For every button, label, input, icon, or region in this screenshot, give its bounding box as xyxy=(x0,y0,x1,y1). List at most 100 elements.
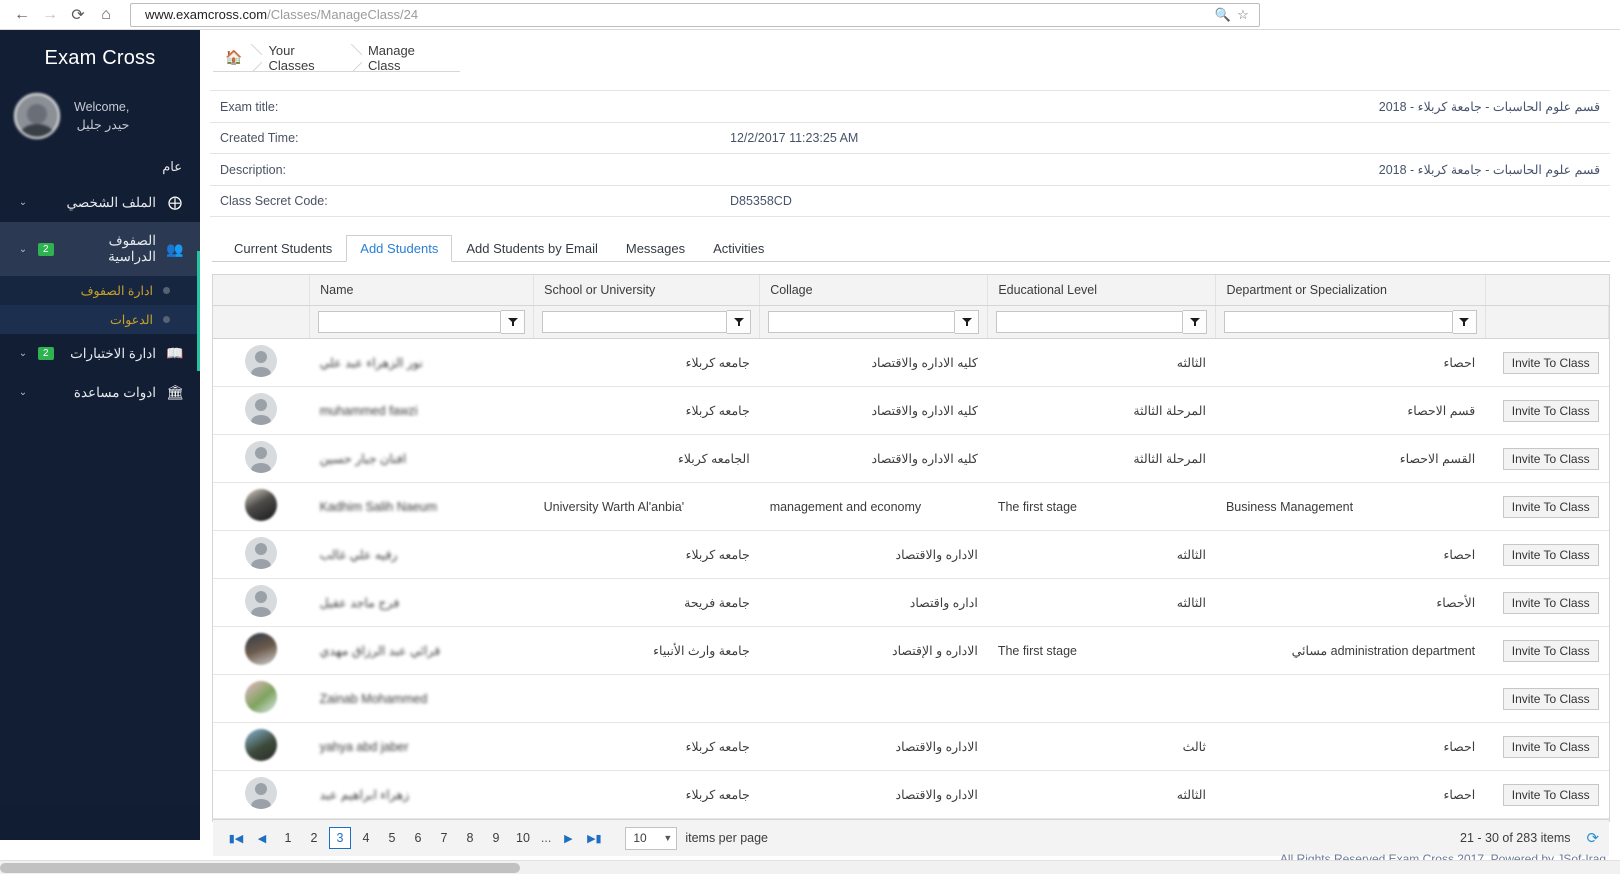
sidebar-item-label: الملف الشخصي xyxy=(66,194,156,210)
invite-to-class-button[interactable]: Invite To Class xyxy=(1502,783,1599,806)
pagination-range-text: 21 - 30 of 283 items xyxy=(1460,831,1571,845)
row-school: الجامعه كربلاء xyxy=(533,434,760,483)
chevron-down-icon[interactable]: ⌄ xyxy=(14,197,32,208)
funnel-icon[interactable] xyxy=(727,310,752,334)
invite-to-class-button[interactable]: Invite To Class xyxy=(1502,495,1599,518)
page-button-9[interactable]: 9 xyxy=(485,827,507,849)
first-page-icon[interactable]: ▮◀ xyxy=(223,825,249,851)
row-action-cell: Invite To Class xyxy=(1485,482,1609,531)
table-row[interactable]: رقيه علي غالب جامعه كربلاء الاداره والاقتص… xyxy=(213,530,1609,579)
chevron-down-icon[interactable]: ⌄ xyxy=(14,348,32,359)
row-collage: كليه الاداره والاقتصاد xyxy=(759,338,988,387)
row-name: زهراء ابراهيم عبد xyxy=(309,770,534,819)
filter-input-name[interactable] xyxy=(318,311,502,333)
sidebar-item-exams[interactable]: 📖 ادارة الاختبارات 2 ⌄ xyxy=(0,334,200,373)
last-page-icon[interactable]: ▶▮ xyxy=(581,825,607,851)
tab-activities[interactable]: Activities xyxy=(699,235,778,262)
forward-arrow-icon[interactable]: → xyxy=(36,1,64,29)
page-button-10[interactable]: 10 xyxy=(511,827,535,849)
column-header-collage[interactable]: Collage xyxy=(759,275,989,306)
invite-to-class-button[interactable]: Invite To Class xyxy=(1502,399,1599,422)
invite-to-class-button[interactable]: Invite To Class xyxy=(1502,351,1599,374)
page-button-7[interactable]: 7 xyxy=(433,827,455,849)
breadcrumb-your-classes[interactable]: Your Classes xyxy=(254,43,354,73)
page-button-6[interactable]: 6 xyxy=(407,827,429,849)
row-educational-level: الثالثه xyxy=(987,530,1216,579)
breadcrumb-home[interactable]: 🏠 xyxy=(213,44,254,71)
row-educational-level: المرحلة الثالثة xyxy=(987,434,1216,483)
refresh-icon[interactable]: ⟳ xyxy=(1586,829,1599,847)
items-per-page-select[interactable]: 10 ▼ xyxy=(625,826,678,850)
tab-current-students[interactable]: Current Students xyxy=(220,235,346,262)
row-avatar-cell xyxy=(213,578,310,627)
table-row[interactable]: نور الزهراء عبد علي جامعه كربلاء كليه الاد… xyxy=(213,338,1609,387)
sidebar-item-tools[interactable]: 🏛 ادوات مساعدة ⌄ xyxy=(0,373,200,412)
invite-to-class-button[interactable]: Invite To Class xyxy=(1502,735,1599,758)
tab-add-students[interactable]: Add Students xyxy=(346,235,453,262)
chevron-down-icon[interactable]: ⌄ xyxy=(14,387,32,398)
table-row[interactable]: زهراء ابراهيم عبد جامعه كربلاء الاداره وال… xyxy=(213,770,1609,819)
tab-messages[interactable]: Messages xyxy=(612,235,699,262)
address-bar[interactable]: www.examcross.com/Classes/ManageClass/24… xyxy=(130,2,1260,27)
info-value-description: قسم علوم الحاسبات - جامعة كربلاء - 2018 xyxy=(1378,163,1601,177)
page-button-5[interactable]: 5 xyxy=(381,827,403,849)
invite-to-class-button[interactable]: Invite To Class xyxy=(1502,543,1599,566)
chevron-down-icon[interactable]: ⌄ xyxy=(14,244,32,255)
column-header-department[interactable]: Department or Specialization xyxy=(1215,275,1486,306)
row-collage: الاداره و الإقتصاد xyxy=(759,626,988,675)
table-row[interactable]: فرح ماجد عقيل جامعة فريحة اداره واقتصاد الث… xyxy=(213,578,1609,627)
scrollbar-thumb[interactable] xyxy=(0,863,520,873)
home-icon[interactable]: ⌂ xyxy=(92,1,120,29)
column-header-educational-level[interactable]: Educational Level xyxy=(987,275,1217,306)
page-button-4[interactable]: 4 xyxy=(355,827,377,849)
reload-icon[interactable]: ⟳ xyxy=(64,1,92,29)
column-header-name[interactable]: Name xyxy=(309,275,535,306)
invite-to-class-button[interactable]: Invite To Class xyxy=(1502,447,1599,470)
profile-block[interactable]: Welcome, حيدر جليل xyxy=(0,85,200,153)
filter-input-department[interactable] xyxy=(1224,311,1453,333)
funnel-icon[interactable] xyxy=(955,310,980,334)
horizontal-scrollbar[interactable] xyxy=(0,860,1620,874)
next-page-icon[interactable]: ▶ xyxy=(555,825,581,851)
funnel-icon[interactable] xyxy=(501,310,526,334)
filter-input-school[interactable] xyxy=(542,311,728,333)
column-header-school[interactable]: School or University xyxy=(533,275,761,306)
invite-to-class-button[interactable]: Invite To Class xyxy=(1502,687,1599,710)
table-row[interactable]: افنان جبار حسين الجامعه كربلاء كليه الادار… xyxy=(213,434,1609,483)
search-icon[interactable]: 🔍 xyxy=(1213,5,1233,25)
avatar xyxy=(245,585,278,617)
page-button-1[interactable]: 1 xyxy=(277,827,299,849)
sidebar: Exam Cross Welcome, حيدر جليل عام ⨁ المل… xyxy=(0,30,200,840)
row-school: University Warth Al'anbia' xyxy=(533,482,760,531)
class-info-table: Exam title: قسم علوم الحاسبات - جامعة كر… xyxy=(210,90,1611,217)
table-row[interactable]: قرائي عبد الرزاق مهدي جامعة وارث الأنبياء… xyxy=(213,626,1609,675)
page-button-2[interactable]: 2 xyxy=(303,827,325,849)
invite-to-class-button[interactable]: Invite To Class xyxy=(1502,591,1599,614)
table-row[interactable]: yahya abd jaber جامعه كربلاء الاداره والاق… xyxy=(213,722,1609,771)
sidebar-item-classes[interactable]: 👥 الصفوف الدراسية 2 ⌄ xyxy=(0,222,200,276)
page-button-3[interactable]: 3 xyxy=(329,827,351,849)
page-button-8[interactable]: 8 xyxy=(459,827,481,849)
breadcrumb-manage-class[interactable]: Manage Class xyxy=(354,43,460,73)
filter-cell-educational-level xyxy=(987,305,1217,339)
table-row[interactable]: Zainab Mohammed Invite To Class xyxy=(213,674,1609,723)
table-row[interactable]: Kadhim Salih Naeum University Warth Al'an… xyxy=(213,482,1609,531)
star-icon[interactable]: ☆ xyxy=(1233,5,1253,25)
prev-page-icon[interactable]: ◀ xyxy=(249,825,275,851)
table-row[interactable]: muhammed fawzi جامعه كربلاء كليه الاداره و… xyxy=(213,386,1609,435)
invite-to-class-button[interactable]: Invite To Class xyxy=(1502,639,1599,662)
column-header-avatar xyxy=(213,275,311,306)
row-action-cell: Invite To Class xyxy=(1485,578,1609,627)
info-label: Class Secret Code: xyxy=(220,194,328,208)
sidebar-item-invitations[interactable]: الدعوات xyxy=(0,305,200,334)
chevron-down-icon[interactable]: ▼ xyxy=(663,833,672,843)
tab-add-students-by-email[interactable]: Add Students by Email xyxy=(452,235,612,262)
filter-input-educational-level[interactable] xyxy=(996,311,1184,333)
filter-input-collage[interactable] xyxy=(768,311,956,333)
sidebar-item-profile[interactable]: ⨁ الملف الشخصي ⌄ xyxy=(0,183,200,222)
funnel-icon[interactable] xyxy=(1183,310,1208,334)
sidebar-item-manage-classes[interactable]: ادارة الصفوف xyxy=(0,276,200,305)
back-arrow-icon[interactable]: ← xyxy=(8,1,36,29)
breadcrumb: 🏠 Your Classes Manage Class xyxy=(213,43,460,73)
funnel-icon[interactable] xyxy=(1452,310,1477,334)
